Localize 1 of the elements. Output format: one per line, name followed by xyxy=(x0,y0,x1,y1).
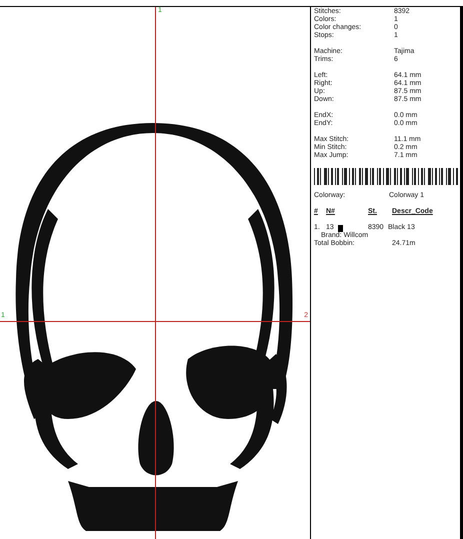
barcode-icon xyxy=(314,168,459,185)
